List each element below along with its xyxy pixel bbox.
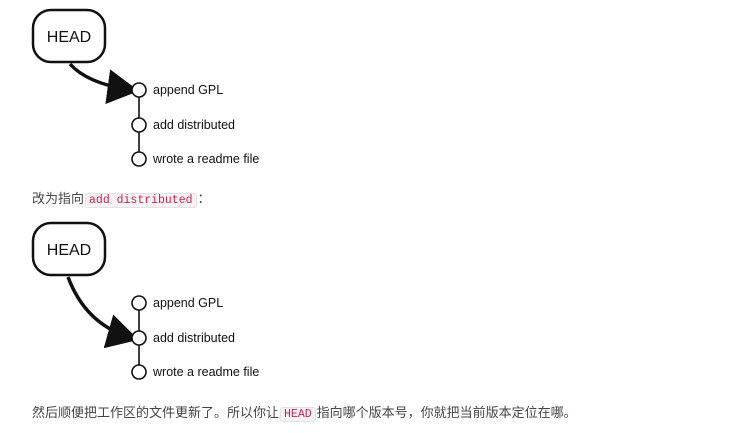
commit-node: [131, 330, 147, 346]
caption-1-prefix: 改为指向: [32, 192, 85, 207]
commit-label: wrote a readme file: [152, 365, 259, 379]
caption-1-code: add distributed: [85, 193, 197, 208]
commit-node: [131, 82, 147, 98]
commit-node: [131, 151, 147, 167]
head-label: HEAD: [47, 242, 91, 259]
head-pointer-arrow: [66, 276, 139, 349]
commit-label: add distributed: [153, 331, 235, 345]
commit-node: [131, 295, 147, 311]
commit-label: append GPL: [153, 296, 223, 310]
caption-2-prefix: 然后顺便把工作区的文件更新了。所以你让: [32, 406, 280, 421]
commit-label: wrote a readme file: [152, 152, 259, 166]
git-diagram-1: HEAD append GPL add distributed wrote a …: [31, 8, 259, 167]
head-pointer-arrow: [68, 62, 139, 105]
head-label: HEAD: [47, 29, 91, 46]
caption-2-code: HEAD: [280, 407, 316, 422]
caption-1: 改为指向 add distributed：: [32, 188, 211, 208]
caption-1-suffix: ：: [197, 192, 211, 207]
commit-label: add distributed: [153, 118, 235, 132]
caption-2-suffix: 指向哪个版本号，你就把当前版本定位在哪。: [316, 406, 577, 421]
git-diagram-2: HEAD append GPL add distributed wrote a …: [31, 221, 259, 380]
commit-label: append GPL: [153, 83, 223, 97]
caption-2: 然后顺便把工作区的文件更新了。所以你让 HEAD 指向哪个版本号，你就把当前版本定位…: [32, 402, 577, 422]
commit-node: [131, 364, 147, 380]
commit-node: [131, 117, 147, 133]
